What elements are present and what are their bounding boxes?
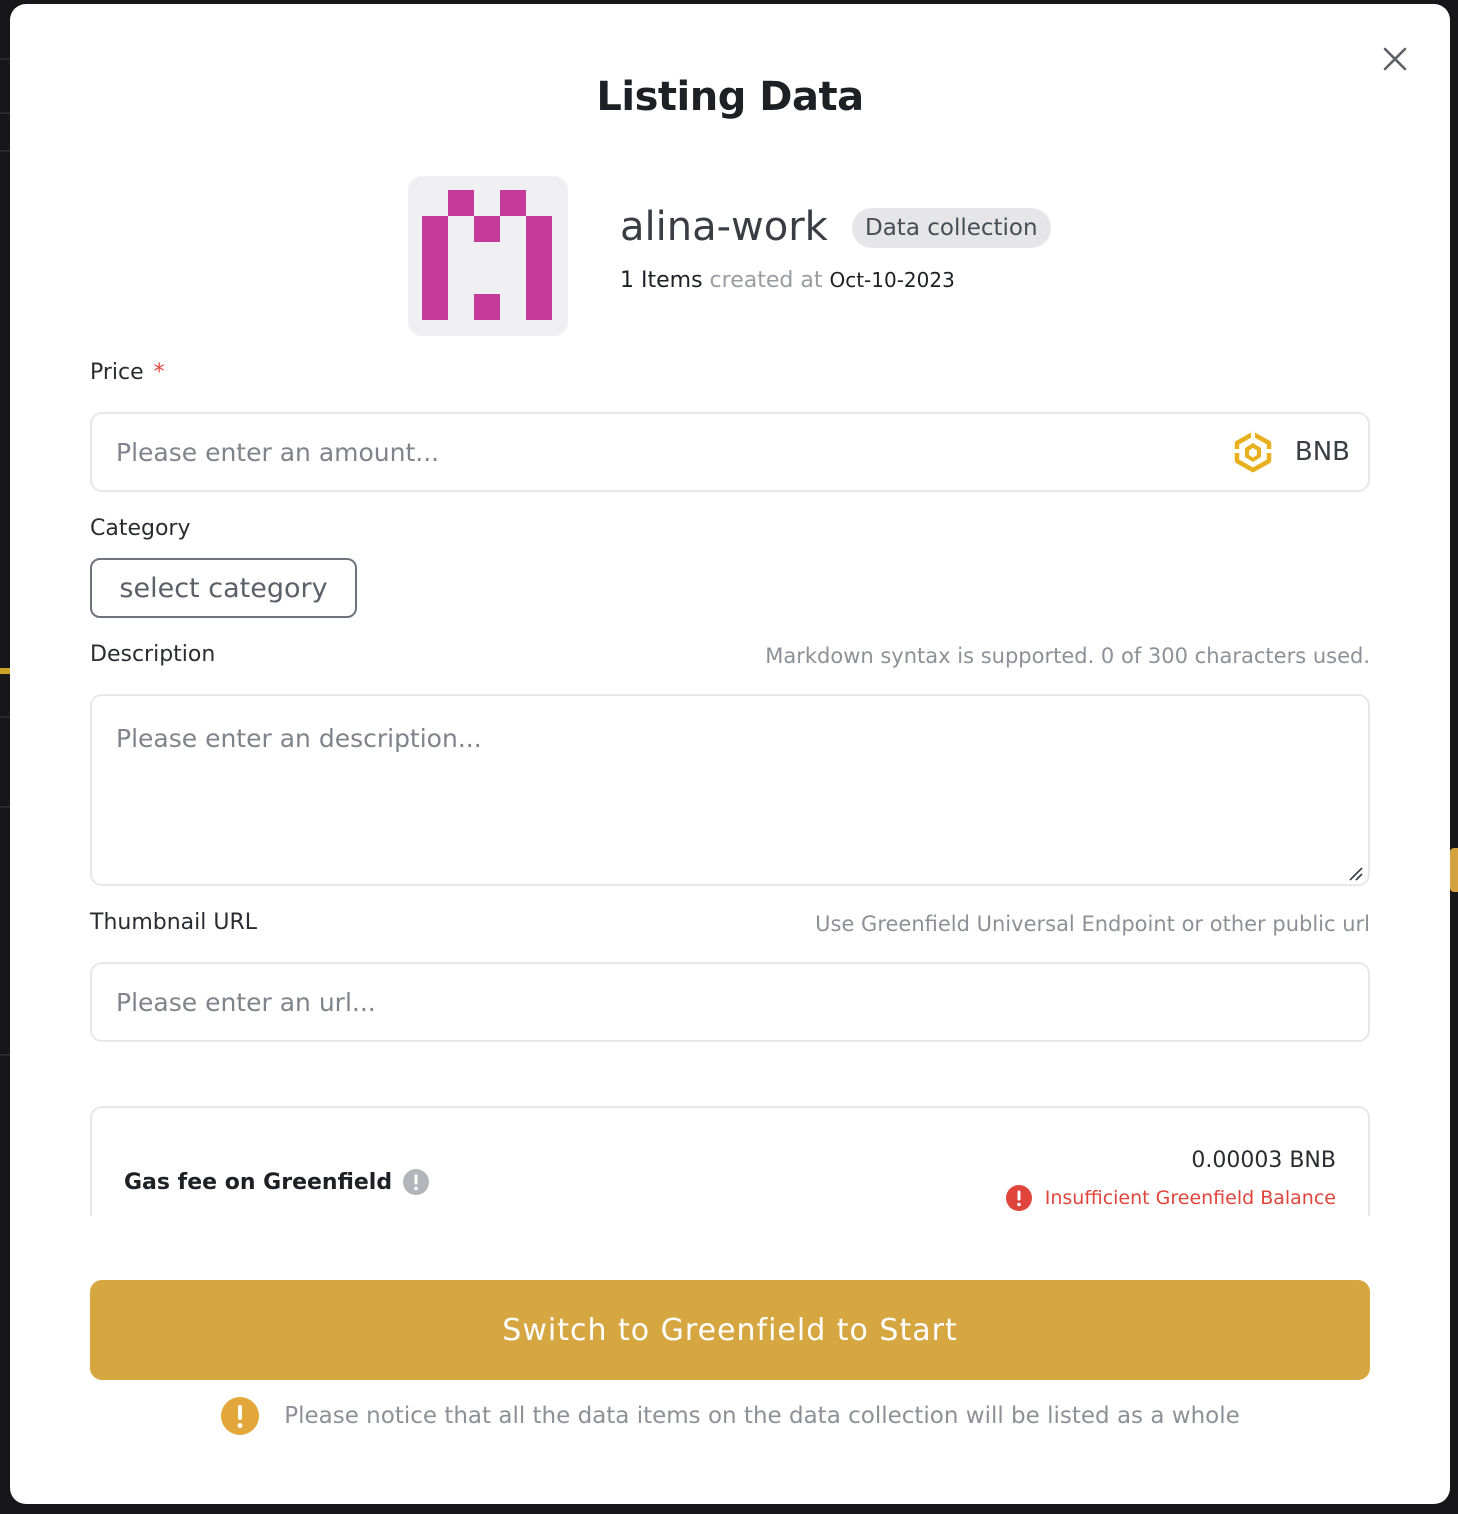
resize-handle-icon[interactable] — [1346, 864, 1364, 882]
required-mark: * — [153, 360, 165, 385]
thumbnail-url-placeholder: Please enter an url... — [116, 987, 376, 1017]
gas-fee-label-text: Gas fee on Greenfield — [124, 1169, 393, 1195]
collection-identicon — [422, 190, 552, 320]
backdrop-divider — [0, 806, 10, 808]
gas-error-text: Insufficient Greenfield Balance — [1044, 1187, 1336, 1209]
backdrop-divider — [0, 58, 10, 60]
category-label: Category — [90, 516, 191, 541]
gas-fee-label: Gas fee on Greenfield — [124, 1168, 430, 1196]
bnb-icon — [1233, 431, 1272, 473]
listing-modal: Listing Data alina-work Data collection … — [10, 4, 1450, 1504]
collection-thumbnail — [408, 176, 568, 336]
thumbnail-url-input[interactable]: Please enter an url... — [90, 962, 1370, 1042]
collection-name: alina-work — [620, 204, 828, 250]
collection-type-badge: Data collection — [852, 208, 1051, 248]
backdrop-accent-right — [1450, 848, 1458, 892]
notice-text: Please notice that all the data items on… — [284, 1403, 1240, 1429]
price-label-text: Price — [90, 360, 144, 385]
backdrop-divider — [0, 716, 10, 718]
listing-notice: Please notice that all the data items on… — [10, 1396, 1450, 1436]
close-button[interactable] — [1380, 44, 1410, 74]
select-category-button[interactable]: select category — [90, 558, 357, 618]
gas-fee-value: 0.00003 BNB — [1191, 1148, 1336, 1173]
thumbnail-url-label: Thumbnail URL — [90, 910, 258, 935]
currency-label: BNB — [1294, 437, 1350, 467]
gas-card-clip — [90, 1216, 1370, 1256]
modal-title: Listing Data — [596, 74, 864, 120]
description-label: Description — [90, 642, 216, 667]
created-date: Oct-10-2023 — [829, 268, 955, 292]
description-hint: Markdown syntax is supported. 0 of 300 c… — [765, 644, 1370, 668]
backdrop-divider — [0, 1054, 10, 1056]
gas-error: Insufficient Greenfield Balance — [1005, 1184, 1336, 1212]
backdrop-accent — [0, 668, 10, 674]
close-icon — [1383, 47, 1407, 71]
info-icon[interactable] — [402, 1168, 430, 1196]
items-count: 1 Items — [620, 268, 703, 293]
currency-display: BNB — [1231, 414, 1350, 490]
description-textarea[interactable]: Please enter an description... — [90, 694, 1370, 886]
thumbnail-url-hint: Use Greenfield Universal Endpoint or oth… — [815, 912, 1370, 936]
price-label: Price * — [90, 360, 165, 385]
error-icon — [1005, 1185, 1032, 1211]
created-label: created at — [709, 268, 823, 293]
collection-meta: 1 Items created at Oct-10-2023 — [620, 268, 955, 293]
switch-to-greenfield-button[interactable]: Switch to Greenfield to Start — [90, 1280, 1370, 1380]
backdrop-divider — [0, 150, 10, 152]
backdrop-divider — [0, 112, 10, 114]
price-input[interactable]: Please enter an amount... BNB — [90, 412, 1370, 492]
price-placeholder: Please enter an amount... — [116, 437, 440, 467]
description-placeholder: Please enter an description... — [116, 724, 482, 753]
warning-icon — [221, 1397, 260, 1435]
